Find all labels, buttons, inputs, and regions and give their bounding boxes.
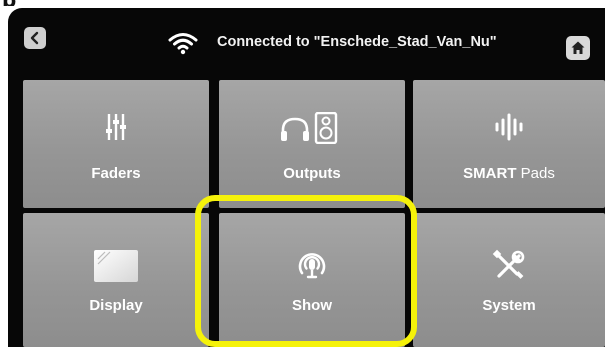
system-tools-icon <box>492 249 525 279</box>
display-icon <box>94 250 138 282</box>
tile-label-display: Display <box>89 297 143 314</box>
wifi-icon <box>168 33 198 55</box>
faders-tile[interactable]: Faders <box>23 80 209 208</box>
show-tile[interactable]: Show <box>219 213 405 347</box>
cropped-heading-fragment: p <box>0 0 605 6</box>
smart-pads-icon <box>495 113 523 141</box>
tile-label-outputs: Outputs <box>283 165 341 182</box>
tile-label-system: System <box>482 297 536 314</box>
home-icon <box>571 41 585 54</box>
display-tile[interactable]: Display <box>23 213 209 347</box>
connection-status: Connected to "Enschede_Stad_Van_Nu" <box>217 34 497 50</box>
chevron-left-icon <box>30 31 39 45</box>
tile-label-show: Show <box>292 297 332 314</box>
smart-pads-tile[interactable]: SMART Pads <box>413 80 605 208</box>
outputs-tile[interactable]: Outputs <box>219 80 405 208</box>
tile-label-smart-pads: SMART Pads <box>463 165 555 182</box>
device-screen: Connected to "Enschede_Stad_Van_Nu" Fade… <box>8 8 605 347</box>
system-tile[interactable]: System <box>413 213 605 347</box>
faders-icon <box>106 114 126 140</box>
back-button[interactable] <box>24 27 46 49</box>
show-microphone-icon <box>298 253 326 279</box>
header-bar: Connected to "Enschede_Stad_Van_Nu" <box>8 8 605 80</box>
tile-label-faders: Faders <box>91 165 141 182</box>
outputs-icon <box>281 112 338 144</box>
home-button[interactable] <box>566 36 590 60</box>
